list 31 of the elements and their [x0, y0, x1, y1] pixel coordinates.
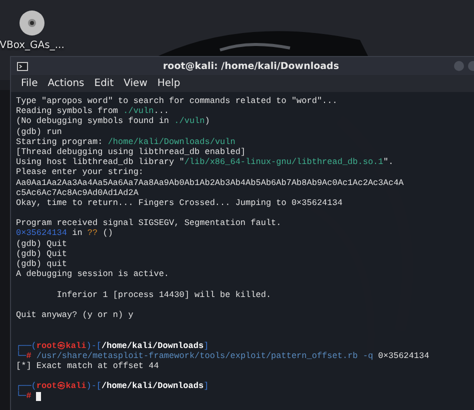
menu-item[interactable]: Edit [90, 77, 118, 90]
terminal-line: Quit anyway? (y or n) y [16, 310, 134, 320]
menu-item[interactable]: View [120, 77, 152, 90]
terminal-line: Type "apropos word" to search for commands related to "word"... [16, 96, 338, 106]
window-title: root@kali: /home/kali/Downloads [162, 60, 339, 72]
terminal-line: └─# [16, 391, 32, 402]
terminal-line: Program received signal SIGSEGV, Segmentation fault. [16, 218, 282, 228]
terminal-line: └─# /usr/share/metasploit-framework/tools/exploit/pattern_offset.rb -q 0×35624134 [16, 350, 430, 361]
terminal-line: ┌──(root㉿kali)-[/home/kali/Downloads] [16, 340, 209, 350]
terminal-line: c5Ac6Ac7Ac8Ac9Ad0Ad1Ad2A [16, 188, 138, 198]
terminal-line: Starting program: /home/kali/Downloads/vuln [16, 136, 236, 147]
terminal-line: (gdb) run [16, 126, 62, 137]
menu-item[interactable]: Help [153, 77, 184, 90]
menu-item[interactable]: Actions [44, 77, 88, 90]
menu-item[interactable]: File [17, 77, 42, 90]
terminal-line: (gdb) Quit [16, 238, 68, 249]
terminal-line: (No debugging symbols found in ./vuln) [16, 116, 210, 127]
terminal-line: [*] Exact match at offset 44 [16, 360, 159, 372]
terminal-line: [Thread debugging using libthread_db enabled] [16, 146, 246, 158]
terminal-line: (gdb) quit [16, 259, 68, 270]
terminal-line: Okay, time to return... Fingers Crossed... Jumping to 0×35624134 [16, 198, 342, 208]
terminal-line: (gdb) Quit [16, 248, 68, 259]
terminal-line: Inferior 1 [process 14430] will be killed. [56, 290, 272, 300]
icon-label: VBox_GAs_... [0, 40, 64, 51]
terminal-line: Please enter your string: [16, 167, 144, 178]
terminal-line: Aa0Aa1Aa2Aa3Aa4Aa5Aa6Aa7Aa8Aa9Ab0Ab1Ab2Ab3Ab4Ab5Ab6Ab7Ab8Ab9Ac0Ac1Ac2Ac3Ac4A [16, 178, 404, 188]
terminal-line: 0×35624134 in ?? () [16, 228, 113, 239]
terminal-line: Reading symbols from ./vuln... [16, 106, 170, 116]
terminal-line: A debugging session is active. [16, 269, 170, 280]
terminal-line: ┌──(root㉿kali)-[/home/kali/Downloads] [16, 381, 209, 392]
terminal-line: Using host libthread_db library "/lib/x86_64-linux-gnu/libthread_db.so.1". [16, 157, 394, 168]
